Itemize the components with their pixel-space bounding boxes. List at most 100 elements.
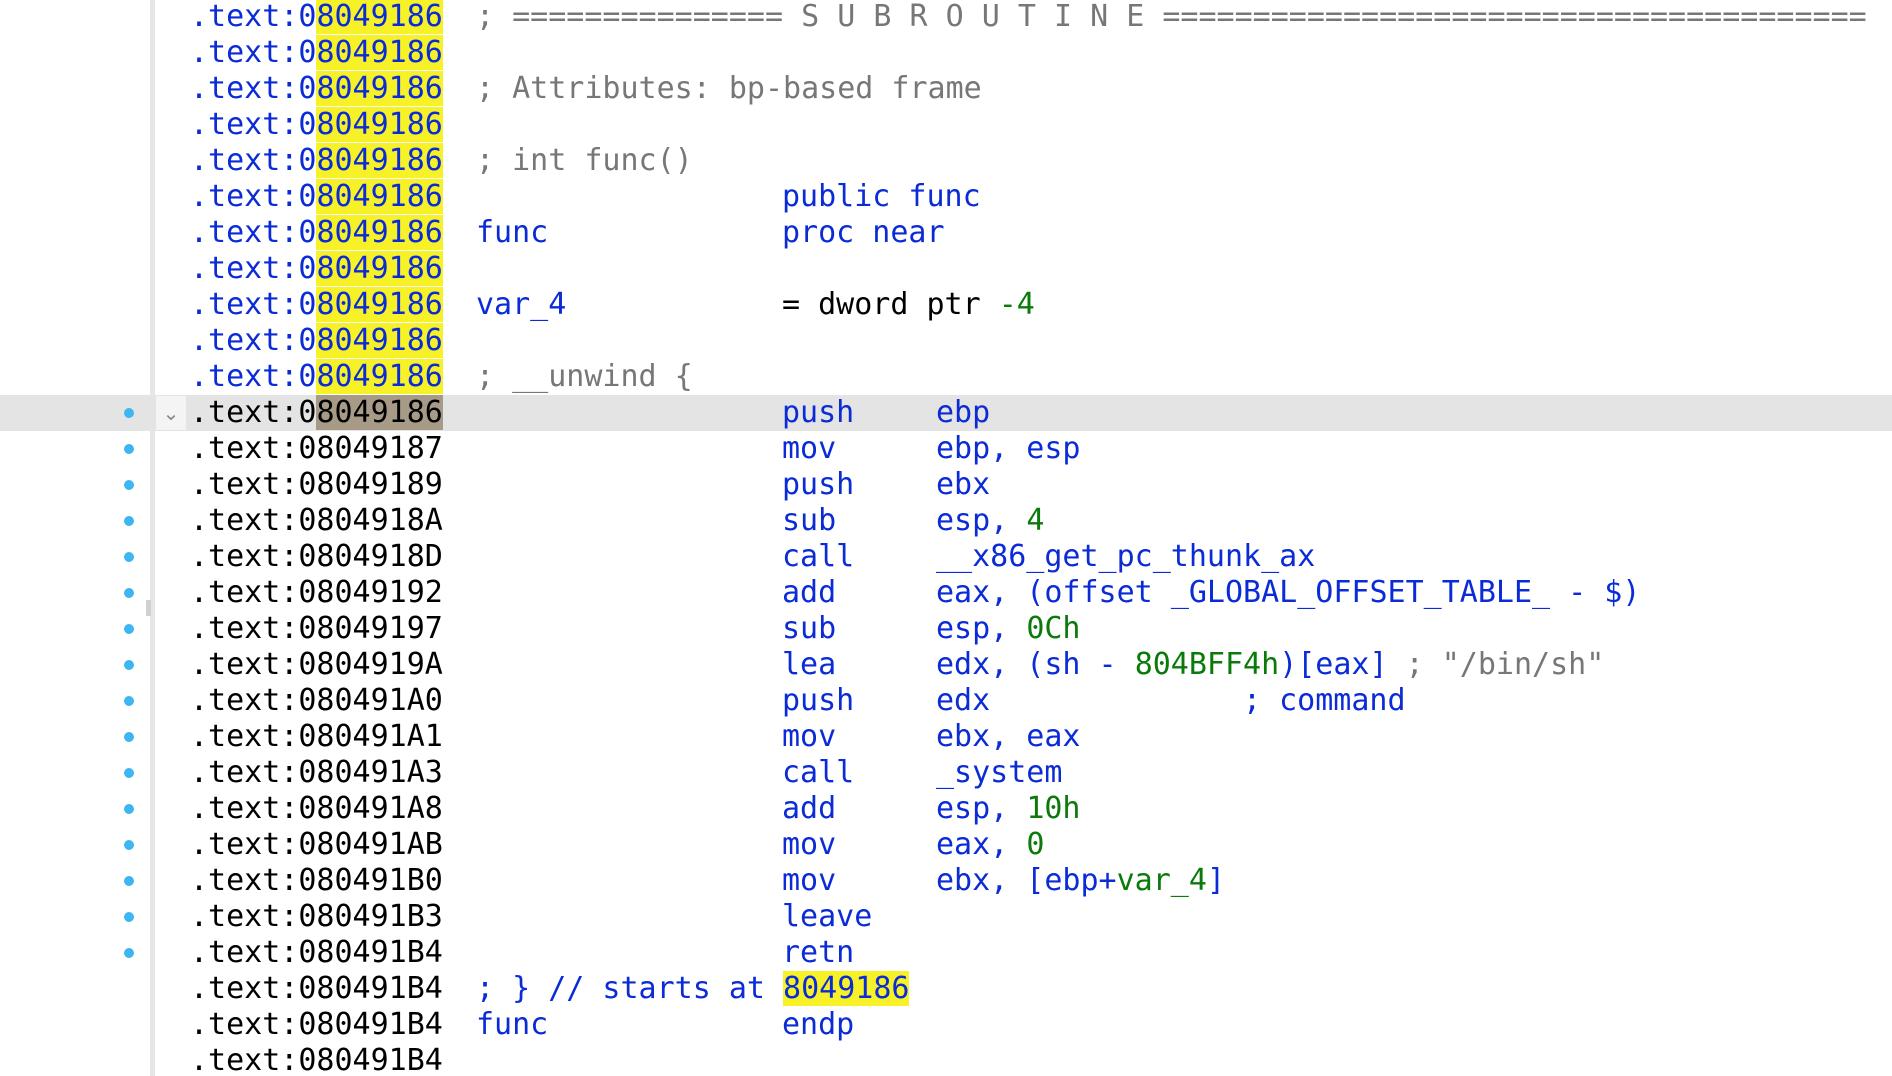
operand[interactable]: esp, 0Ch: [936, 611, 1081, 647]
line-address[interactable]: .text:0804919A: [190, 647, 443, 683]
breakpoint-dot-icon[interactable]: [124, 552, 134, 562]
line-address[interactable]: .text:080491B4: [190, 971, 443, 1007]
instruction-line[interactable]: .text:080491B0 mov ebx, [ebp+var_4]: [0, 863, 1892, 899]
line-address[interactable]: .text:08049192: [190, 575, 443, 611]
listing-line[interactable]: .text:08049186: [0, 251, 1892, 287]
breakpoint-dot-icon[interactable]: [124, 624, 134, 634]
address-highlighted[interactable]: 8049186: [316, 287, 443, 322]
symbol-reference[interactable]: __x86_get_pc_thunk_ax: [936, 539, 1315, 574]
listing-line[interactable]: .text:08049186: [0, 35, 1892, 71]
address-highlighted[interactable]: 8049186: [316, 179, 443, 214]
instruction-line[interactable]: .text:08049187 mov ebp, esp: [0, 431, 1892, 467]
instruction-line[interactable]: .text:08049197 sub esp, 0Ch: [0, 611, 1892, 647]
breakpoint-dot-icon[interactable]: [124, 480, 134, 490]
line-address[interactable]: .text:08049187: [190, 431, 443, 467]
line-address[interactable]: .text:080491AB: [190, 827, 443, 863]
listing-line[interactable]: .text:080491B4 ; } // starts at 8049186: [0, 971, 1892, 1007]
instruction-line[interactable]: .text:0804919A lea edx, (sh - 804BFF4h)[ea…: [0, 647, 1892, 683]
breakpoint-dot-icon[interactable]: [124, 660, 134, 670]
instruction-line[interactable]: .text:080491A0 push edx; command: [0, 683, 1892, 719]
line-address[interactable]: .text:080491A1: [190, 719, 443, 755]
line-address[interactable]: .text:080491A3: [190, 755, 443, 791]
instruction-line[interactable]: .text:08049189 push ebx: [0, 467, 1892, 503]
operand[interactable]: edx, (sh - 804BFF4h)[eax] ; "/bin/sh": [936, 647, 1604, 683]
instruction-line[interactable]: .text:0804918D call __x86_get_pc_thunk_ax: [0, 539, 1892, 575]
line-address[interactable]: .text:080491B3: [190, 899, 443, 935]
line-address[interactable]: .text:08049186: [190, 179, 443, 215]
symbol-reference[interactable]: _GLOBAL_OFFSET_TABLE_: [1171, 575, 1550, 610]
instruction-line[interactable]: ⌄ .text:08049186 push ebp: [0, 395, 1892, 431]
operand[interactable]: _system: [936, 755, 1062, 791]
line-address[interactable]: .text:0804918A: [190, 503, 443, 539]
line-address[interactable]: .text:080491B4: [190, 1007, 443, 1043]
line-address[interactable]: .text:08049186: [190, 395, 443, 431]
line-address[interactable]: .text:080491B4: [190, 935, 443, 971]
listing-line[interactable]: .text:08049186: [0, 323, 1892, 359]
instruction-line[interactable]: .text:080491AB mov eax, 0: [0, 827, 1892, 863]
address-highlighted[interactable]: 8049186: [316, 71, 443, 106]
address-highlighted[interactable]: 8049186: [316, 35, 443, 70]
line-address[interactable]: .text:08049186: [190, 107, 443, 143]
operand[interactable]: ebx, [ebp+var_4]: [936, 863, 1225, 899]
breakpoint-dot-icon[interactable]: [124, 804, 134, 814]
listing-line[interactable]: .text:08049186: [0, 107, 1892, 143]
symbol-reference[interactable]: sh: [1044, 647, 1080, 682]
address-highlighted[interactable]: 8049186: [316, 323, 443, 358]
breakpoint-dot-icon[interactable]: [124, 876, 134, 886]
address-highlighted[interactable]: 8049186: [316, 107, 443, 142]
listing-line[interactable]: .text:08049186 ; int func(): [0, 143, 1892, 179]
line-address[interactable]: .text:08049186: [190, 287, 443, 323]
breakpoint-dot-icon[interactable]: [124, 588, 134, 598]
instruction-line[interactable]: .text:080491B4 retn: [0, 935, 1892, 971]
listing-line[interactable]: .text:080491B4 func endp: [0, 1007, 1892, 1043]
address-cursor[interactable]: 8049186: [316, 395, 443, 430]
operand[interactable]: eax, 0: [936, 827, 1044, 863]
listing-line[interactable]: .text:08049186 func proc near: [0, 215, 1892, 251]
ida-disassembly-view[interactable]: .text:08049186; =============== S U B R …: [0, 0, 1892, 1076]
breakpoint-dot-icon[interactable]: [124, 408, 134, 418]
address-highlighted[interactable]: 8049186: [316, 251, 443, 286]
listing-line[interactable]: .text:080491B4: [0, 1043, 1892, 1076]
line-address[interactable]: .text:08049186: [190, 35, 443, 71]
line-address[interactable]: .text:08049186: [190, 71, 443, 107]
line-address[interactable]: .text:0804918D: [190, 539, 443, 575]
address-highlighted[interactable]: 8049186: [316, 143, 443, 178]
chevron-down-icon[interactable]: ⌄: [156, 396, 186, 430]
breakpoint-dot-icon[interactable]: [124, 948, 134, 958]
listing-line[interactable]: .text:08049186 ; __unwind {: [0, 359, 1892, 395]
line-address[interactable]: .text:08049189: [190, 467, 443, 503]
line-address[interactable]: .text:08049186: [190, 143, 443, 179]
symbol-reference[interactable]: _system: [936, 755, 1062, 790]
line-address[interactable]: .text:080491B4: [190, 1043, 443, 1076]
instruction-line[interactable]: .text:080491A3 call _system: [0, 755, 1892, 791]
line-address[interactable]: .text:080491A8: [190, 791, 443, 827]
listing-line[interactable]: .text:08049186 ; Attributes: bp-based fra…: [0, 71, 1892, 107]
operand[interactable]: __x86_get_pc_thunk_ax: [936, 539, 1315, 575]
listing-line[interactable]: .text:08049186 var_4 = dword ptr -4: [0, 287, 1892, 323]
listing-line[interactable]: .text:08049186 public func: [0, 179, 1892, 215]
address-highlighted[interactable]: 8049186: [316, 359, 443, 394]
function-end-comment[interactable]: ; } // starts at 8049186: [476, 971, 910, 1007]
start-address-link[interactable]: 8049186: [783, 971, 910, 1006]
stack-var-reference[interactable]: var_4: [1117, 863, 1207, 898]
argument-comment[interactable]: ; command: [1243, 683, 1406, 719]
address-highlighted[interactable]: 8049186: [316, 215, 443, 250]
line-address[interactable]: .text:08049186: [190, 323, 443, 359]
breakpoint-dot-icon[interactable]: [124, 444, 134, 454]
line-address[interactable]: .text:08049186: [190, 0, 443, 35]
listing-line[interactable]: .text:08049186 ; =============== S U B R …: [0, 0, 1892, 35]
line-address[interactable]: .text:08049186: [190, 359, 443, 395]
operand[interactable]: esp, 10h: [936, 791, 1081, 827]
breakpoint-dot-icon[interactable]: [124, 516, 134, 526]
line-address[interactable]: .text:080491B0: [190, 863, 443, 899]
instruction-line[interactable]: .text:080491A8 add esp, 10h: [0, 791, 1892, 827]
stack-var-definition[interactable]: = dword ptr -4: [782, 287, 1035, 323]
line-address[interactable]: .text:080491A0: [190, 683, 443, 719]
breakpoint-dot-icon[interactable]: [124, 840, 134, 850]
instruction-line[interactable]: .text:080491A1 mov ebx, eax: [0, 719, 1892, 755]
instruction-line[interactable]: .text:0804918A sub esp, 4: [0, 503, 1892, 539]
instruction-line[interactable]: .text:080491B3 leave: [0, 899, 1892, 935]
line-address[interactable]: .text:08049186: [190, 251, 443, 287]
operand[interactable]: esp, 4: [936, 503, 1044, 539]
breakpoint-dot-icon[interactable]: [124, 732, 134, 742]
